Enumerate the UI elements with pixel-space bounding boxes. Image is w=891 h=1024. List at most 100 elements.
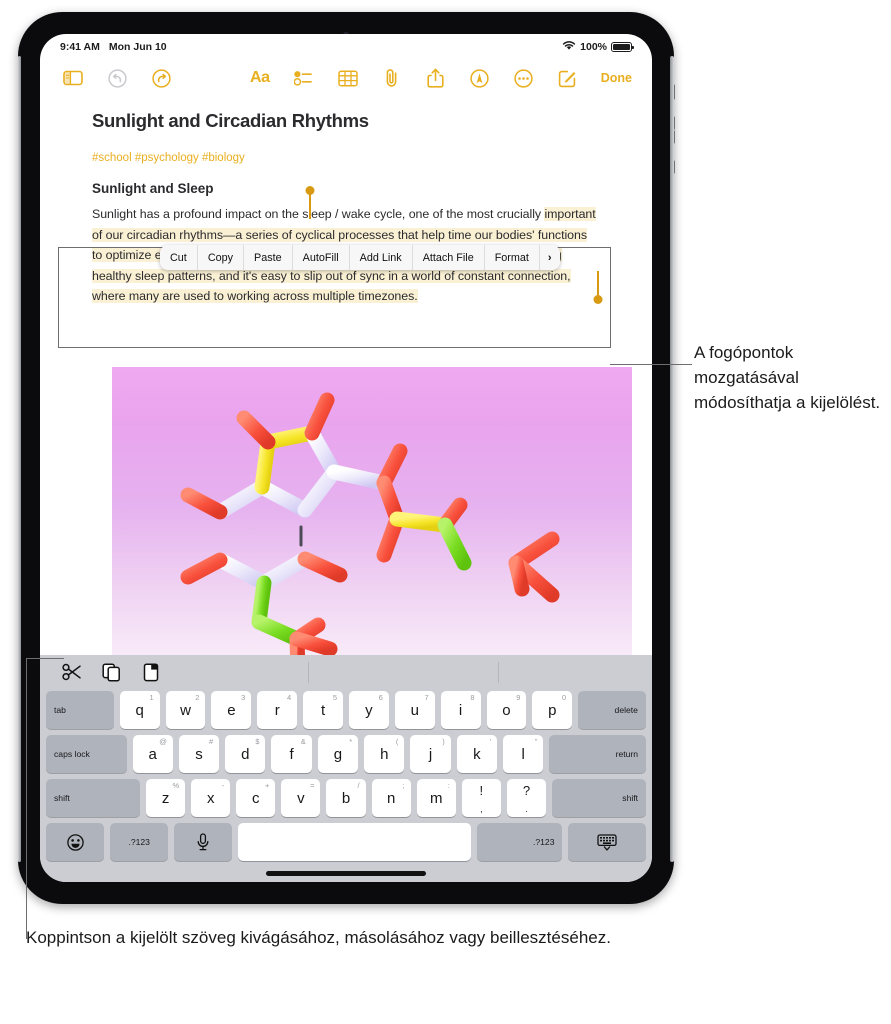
key-y[interactable]: 6y <box>348 691 389 729</box>
done-button[interactable]: Done <box>601 71 632 85</box>
key-x[interactable]: -x <box>191 779 231 817</box>
callout-box-right <box>609 247 611 348</box>
note-title[interactable]: Sunlight and Circadian Rhythms <box>92 110 652 132</box>
compose-new-note-icon[interactable] <box>557 67 579 89</box>
cut-scissors-icon[interactable] <box>62 663 82 683</box>
key-f[interactable]: & f <box>271 735 312 773</box>
context-menu-autofill[interactable]: AutoFill <box>293 245 350 270</box>
context-menu-cut[interactable]: Cut <box>160 245 198 270</box>
key-label: a <box>148 745 157 763</box>
more-options-icon[interactable] <box>513 67 535 89</box>
key-alt-label: 3 <box>241 693 246 702</box>
context-menu-format[interactable]: Format <box>485 245 540 270</box>
molecule-3d-image[interactable] <box>112 367 632 679</box>
context-menu-attach-file[interactable]: Attach File <box>413 245 485 270</box>
key-m[interactable]: :m <box>416 779 456 817</box>
key-v[interactable]: = v <box>281 779 321 817</box>
key-d[interactable]: $ d <box>225 735 266 773</box>
key-label: l <box>521 745 525 763</box>
key-h[interactable]: (h <box>364 735 405 773</box>
context-menu-paste[interactable]: Paste <box>244 245 293 270</box>
shortcut-bar-divider-1 <box>308 662 309 683</box>
key-capslock[interactable]: caps lock <box>46 735 127 773</box>
key-emoji-icon[interactable] <box>46 823 105 861</box>
key-sym[interactable]: !, <box>461 779 501 817</box>
home-indicator[interactable] <box>266 871 426 876</box>
key-123[interactable]: .?123 <box>110 823 169 861</box>
key-tab[interactable]: tab <box>46 691 114 729</box>
key-t[interactable]: 5t <box>303 691 343 729</box>
note-tags[interactable]: #school #psychology #biology <box>92 152 652 164</box>
key-label: x <box>206 789 215 807</box>
toolbar-left-group <box>62 67 172 89</box>
key-label: q <box>135 701 144 719</box>
side-button-3[interactable] <box>671 130 675 144</box>
key-j[interactable]: ) j <box>410 735 451 773</box>
key-g[interactable]: * g <box>317 735 359 773</box>
key-label: v <box>297 789 305 807</box>
key-alt-label: 7 <box>424 693 429 702</box>
key-alt-label: 9 <box>516 693 521 702</box>
key-alt-label: + <box>264 781 270 790</box>
share-icon[interactable] <box>425 67 447 89</box>
key-c[interactable]: + c <box>236 779 276 817</box>
selection-start-handle[interactable] <box>305 186 315 219</box>
key-label: j <box>428 745 433 763</box>
key-e[interactable]: 3e <box>211 691 252 729</box>
key-delete[interactable]: delete <box>578 691 646 729</box>
key-label: z <box>161 789 170 807</box>
key-r[interactable]: 4r <box>257 691 298 729</box>
key-a[interactable]: @ a <box>132 735 173 773</box>
key-hide-keyboard-icon[interactable] <box>568 823 646 861</box>
table-icon[interactable] <box>337 67 359 89</box>
callout-cut-copy-paste-text: Koppintson a kijelölt szöveg kivágásához… <box>26 928 611 947</box>
redo-icon[interactable] <box>150 67 172 89</box>
key-k[interactable]: ' k <box>456 735 498 773</box>
callout-selection-handles-text: A fogópontok mozgatásával módosíthatja a… <box>694 343 881 412</box>
key-o[interactable]: 9o <box>486 691 527 729</box>
key-label: delete <box>614 705 638 715</box>
key-alt-label: : <box>447 781 450 790</box>
key-label: p <box>548 701 557 719</box>
context-menu-next-chevron-icon[interactable]: › <box>540 245 560 270</box>
key-label: return <box>615 749 639 759</box>
copy-icon[interactable] <box>102 663 122 683</box>
key-l[interactable]: ” l <box>503 735 544 773</box>
key-q[interactable]: 1q <box>119 691 160 729</box>
key-n[interactable]: ; n <box>371 779 411 817</box>
key-microphone-icon[interactable] <box>174 823 233 861</box>
note-subheading[interactable]: Sunlight and Sleep <box>92 181 652 196</box>
context-menu-add-link[interactable]: Add Link <box>350 245 413 270</box>
key-shift[interactable]: shift <box>552 779 647 817</box>
key-z[interactable]: % z <box>146 779 186 817</box>
callout-box-left <box>58 247 60 348</box>
key-p[interactable]: 0p <box>532 691 573 729</box>
side-button-4[interactable] <box>671 160 675 174</box>
ipad-device-frame: 9:41 AM Mon Jun 10 100% Aa Done Sunlight… <box>18 12 675 904</box>
key-alt-label: # <box>209 737 214 746</box>
key-123[interactable]: .?123 <box>476 823 563 861</box>
attachment-paperclip-icon[interactable] <box>381 67 403 89</box>
key-w[interactable]: 2w <box>165 691 206 729</box>
key-i[interactable]: 8i <box>440 691 481 729</box>
key-s[interactable]: # s <box>178 735 220 773</box>
format-aa-icon[interactable]: Aa <box>249 67 271 89</box>
key-label: s <box>195 745 203 763</box>
key-b[interactable]: / b <box>326 779 366 817</box>
context-menu-copy[interactable]: Copy <box>198 245 245 270</box>
key-shift[interactable]: shift <box>46 779 141 817</box>
key-return[interactable]: return <box>549 735 647 773</box>
key-space[interactable] <box>238 823 471 861</box>
key-sym[interactable]: ?. <box>506 779 547 817</box>
undo-icon <box>106 67 128 89</box>
key-u[interactable]: 7u <box>394 691 435 729</box>
paste-icon[interactable] <box>142 663 162 683</box>
notes-toolbar: Aa Done <box>40 60 652 96</box>
checklist-icon[interactable] <box>293 67 315 89</box>
markup-pen-icon[interactable] <box>469 67 491 89</box>
selection-start-knob[interactable] <box>305 186 315 195</box>
side-button-2[interactable] <box>671 116 675 130</box>
side-button-1[interactable] <box>671 84 675 100</box>
key-alt-label: % <box>172 781 180 790</box>
sidebar-icon[interactable] <box>62 67 84 89</box>
